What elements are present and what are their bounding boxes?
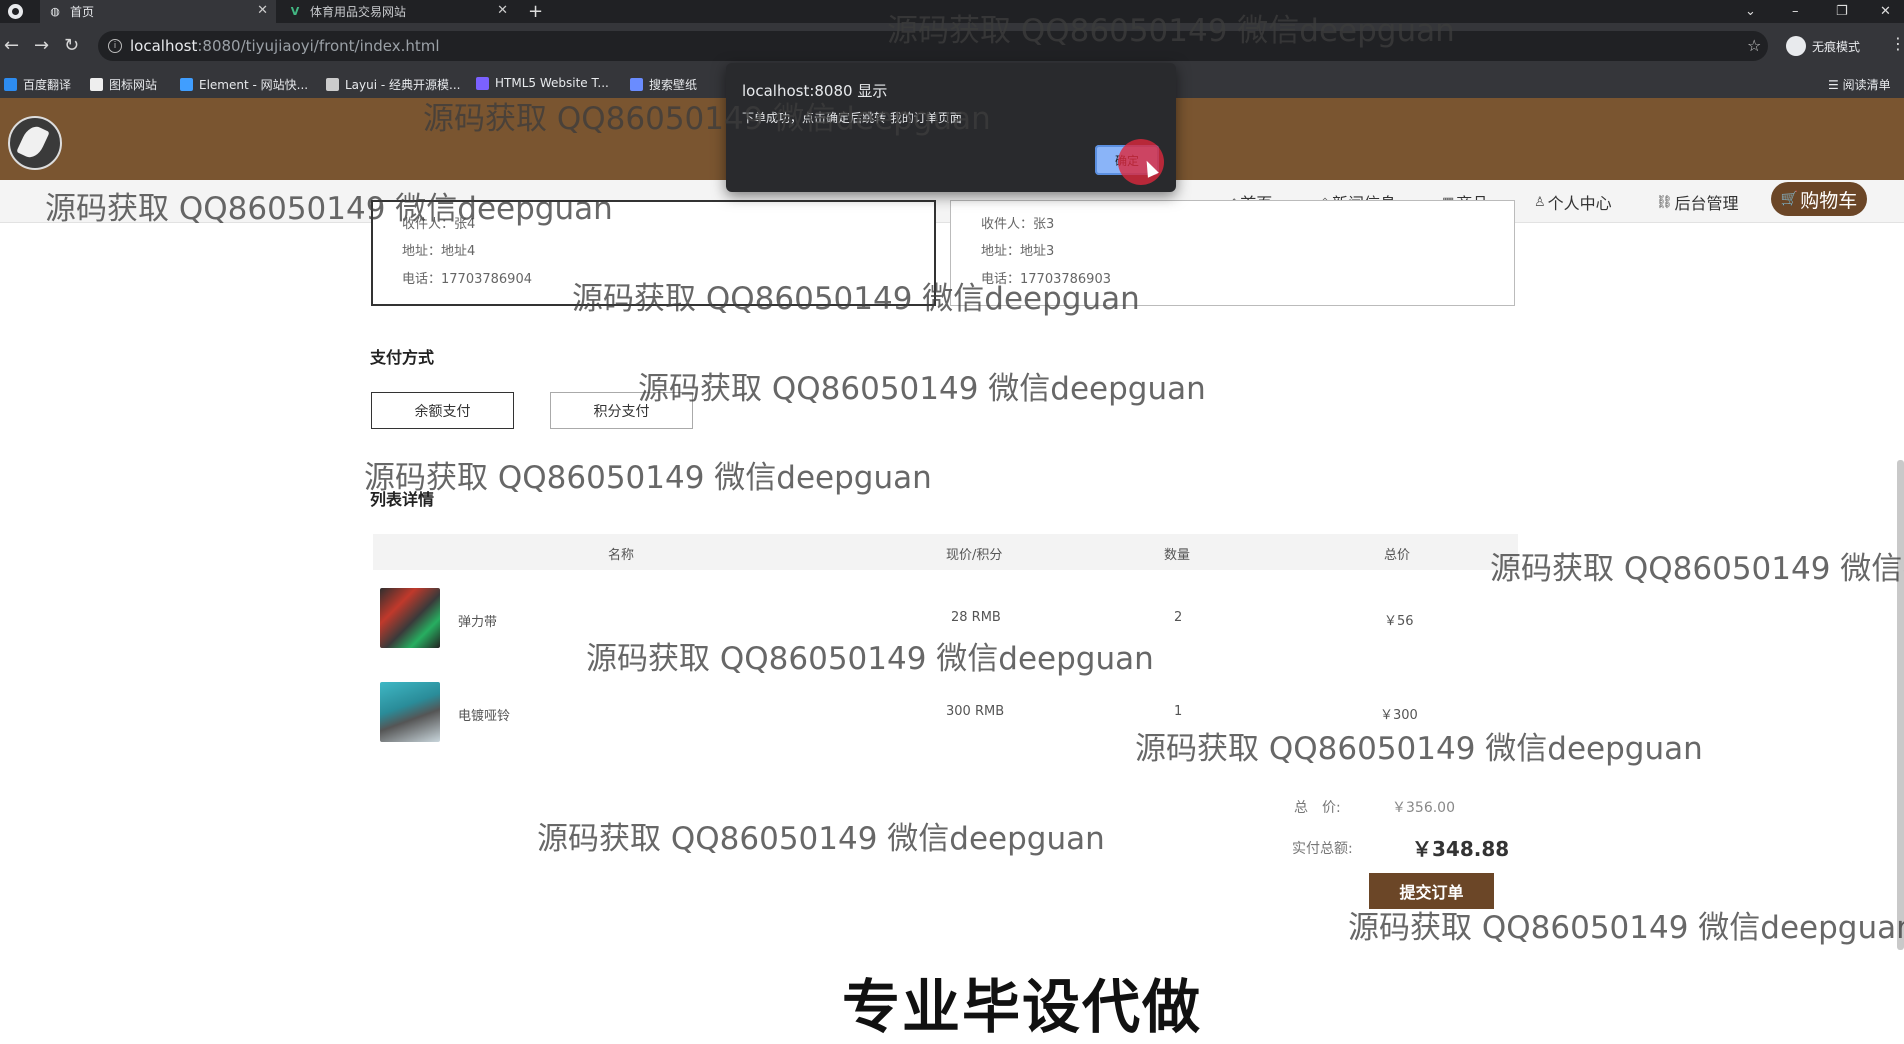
bookmark-item[interactable]: 搜索壁纸 (630, 76, 697, 93)
cart-icon: 🛒 (1780, 191, 1799, 207)
cart-button[interactable]: 🛒 购物车 (1771, 182, 1867, 216)
reload-icon[interactable]: ↻ (64, 35, 79, 56)
watermark: 源码获取 QQ86050149 微信deepguan (1490, 551, 1904, 587)
minimize-button[interactable]: – (1792, 0, 1799, 23)
watermark: 源码获取 QQ86050149 微信deepguan (887, 13, 1455, 49)
link-icon: ⛓ (1656, 194, 1673, 210)
watermark: 源码获取 QQ86050149 微信deepguan (1348, 910, 1904, 946)
address-receiver: 收件人：张3 (981, 217, 1055, 232)
total-value: ￥356.00 (1392, 800, 1455, 816)
watermark: 源码获取 QQ86050149 微信deepguan (1135, 731, 1703, 767)
payment-title: 支付方式 (370, 348, 435, 367)
globe-icon: ◍ (50, 5, 60, 18)
paid-label: 实付总额: (1292, 841, 1353, 857)
address-phone: 电话：17703786904 (402, 272, 532, 287)
bookmark-item[interactable]: 百度翻译 (4, 76, 71, 93)
product-total: ￥300 (1380, 708, 1418, 723)
html5-icon (476, 76, 489, 90)
column-header: 数量 (1164, 548, 1191, 563)
watermark: 源码获取 QQ86050149 微信deepguan (586, 641, 1154, 677)
chrome-icon (8, 4, 23, 19)
address-line: 地址：地址3 (981, 244, 1055, 259)
reading-list[interactable]: ☰ 阅读清单 (1828, 76, 1891, 93)
product-qty: 2 (1174, 610, 1183, 625)
product-image[interactable] (380, 588, 440, 648)
watermark: 源码获取 QQ86050149 微信deepguan (45, 191, 613, 227)
translate-icon (4, 78, 17, 91)
tab-home[interactable]: ◍ 首页 ✕ (40, 0, 276, 23)
tab-shop[interactable]: V 体育用品交易网站 ✕ (280, 0, 516, 23)
product-price: 300 RMB (946, 704, 1005, 719)
product-qty: 1 (1174, 704, 1183, 719)
chevron-down-icon[interactable]: ⌄ (1745, 0, 1756, 23)
bookmark-item[interactable]: 图标网站 (90, 76, 157, 93)
info-icon[interactable]: i (108, 39, 122, 53)
tab-title: 体育用品交易网站 (310, 5, 407, 19)
product-price: 28 RMB (951, 610, 1001, 625)
bookmark-item[interactable]: Element - 网站快... (180, 76, 308, 93)
bookmark-item[interactable]: HTML5 Website T... (476, 76, 609, 90)
vue-icon: V (290, 5, 300, 18)
url-text[interactable]: localhost:8080/tiyujiaoyi/front/index.ht… (130, 37, 440, 55)
close-icon[interactable]: ✕ (497, 3, 508, 18)
star-icon[interactable]: ☆ (1747, 36, 1761, 55)
wallpaper-icon (630, 78, 643, 91)
watermark: 源码获取 QQ86050149 微信deepguan (537, 821, 1105, 857)
bookmark-item[interactable]: Layui - 经典开源模... (326, 76, 460, 93)
product-name: 弹力带 (458, 615, 498, 630)
watermark: 源码获取 QQ86050149 微信deepguan (364, 460, 932, 496)
flag-icon (90, 78, 103, 91)
back-icon[interactable]: ← (4, 35, 19, 56)
menu-icon[interactable]: ⋮ (1890, 34, 1904, 53)
product-name: 电镀哑铃 (458, 709, 511, 724)
close-window-button[interactable]: ✕ (1880, 0, 1891, 23)
address-line: 地址：地址4 (402, 244, 476, 259)
incognito-badge[interactable]: 无痕模式 (1786, 36, 1860, 56)
nav-profile[interactable]: ♙ 个人中心 (1534, 190, 1612, 214)
page-scrollbar[interactable] (1897, 460, 1904, 950)
watermark: 源码获取 QQ86050149 微信deepguan (572, 281, 1140, 317)
video-caption: 专业毕设代做 (842, 973, 1203, 1041)
watermark: 源码获取 QQ86050149 微信deepguan (423, 101, 991, 137)
nav-admin[interactable]: ⛓ 后台管理 (1656, 190, 1739, 214)
total-label: 总 价: (1294, 800, 1341, 816)
close-icon[interactable]: ✕ (257, 3, 268, 18)
product-total: ￥56 (1384, 614, 1414, 629)
column-header: 名称 (608, 548, 635, 563)
incognito-icon (1786, 36, 1806, 56)
balance-pay-button[interactable]: 余额支付 (371, 392, 514, 429)
tab-title: 首页 (70, 5, 95, 19)
element-icon (180, 78, 193, 91)
user-icon: ♙ (1534, 194, 1546, 210)
paid-value: ￥348.88 (1412, 837, 1510, 861)
forward-icon[interactable]: → (34, 35, 49, 56)
new-tab-button[interactable]: + (528, 0, 543, 23)
site-logo[interactable] (8, 116, 62, 170)
column-header: 现价/积分 (946, 548, 1003, 563)
product-image[interactable] (380, 682, 440, 742)
restore-button[interactable]: ❐ (1836, 0, 1848, 23)
watermark: 源码获取 QQ86050149 微信deepguan (638, 371, 1206, 407)
column-header: 总价 (1384, 548, 1411, 563)
incognito-label: 无痕模式 (1812, 39, 1861, 54)
layui-icon (326, 78, 339, 91)
